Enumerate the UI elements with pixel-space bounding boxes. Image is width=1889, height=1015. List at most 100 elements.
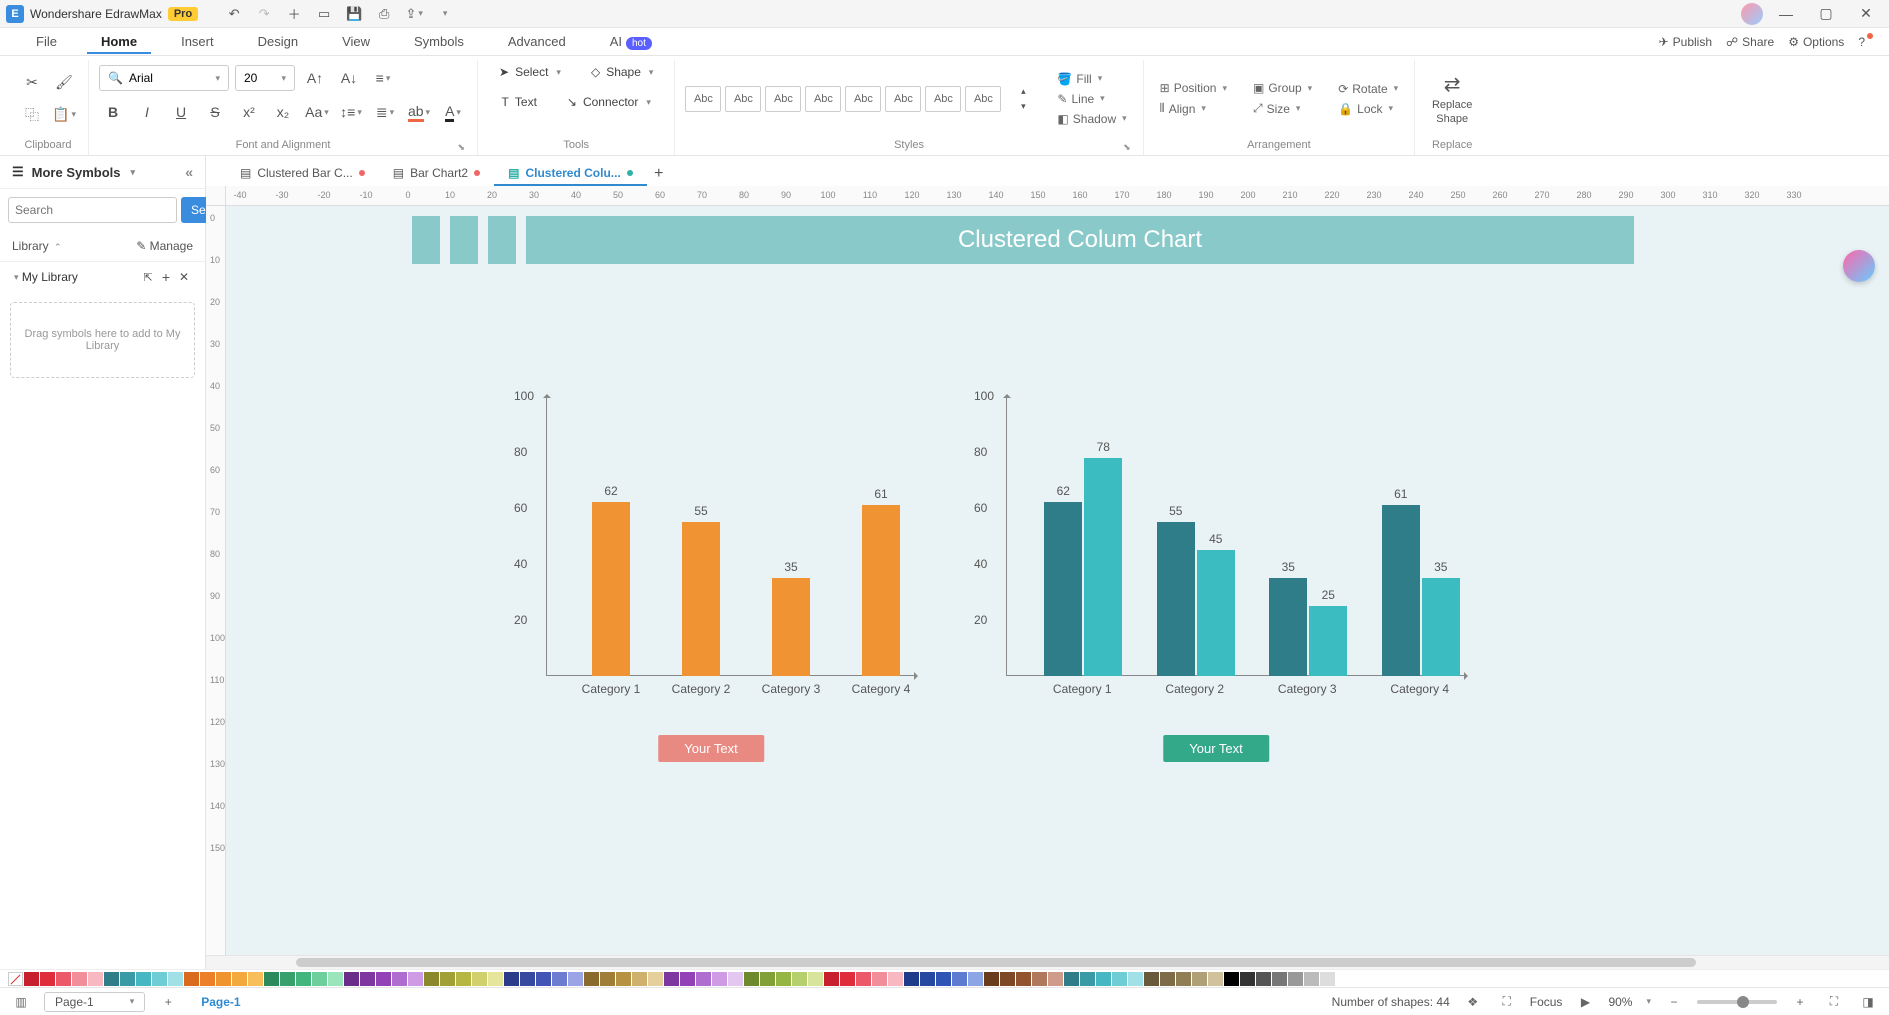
active-page-tab[interactable]: Page-1 bbox=[191, 993, 250, 1011]
options-button[interactable]: ⚙Options bbox=[1788, 35, 1844, 49]
sidebar-title[interactable]: More Symbols bbox=[32, 165, 121, 180]
color-swatch[interactable] bbox=[1160, 972, 1175, 986]
color-swatch[interactable] bbox=[104, 972, 119, 986]
color-swatch[interactable] bbox=[696, 972, 711, 986]
library-link[interactable]: Library ⌃ bbox=[12, 239, 62, 253]
case-button[interactable]: Aa▾ bbox=[303, 98, 331, 126]
legend-button[interactable]: Your Text bbox=[658, 735, 764, 762]
launcher-icon[interactable]: ⬊ bbox=[457, 142, 465, 153]
color-swatch[interactable] bbox=[440, 972, 455, 986]
color-swatch[interactable] bbox=[152, 972, 167, 986]
copy-button[interactable]: ⿻ bbox=[18, 101, 46, 129]
avatar-icon[interactable] bbox=[1741, 3, 1763, 25]
collapse-sidebar-button[interactable]: « bbox=[185, 164, 193, 180]
font-family-select[interactable]: 🔍Arial▾ bbox=[99, 65, 229, 91]
color-swatch[interactable] bbox=[40, 972, 55, 986]
color-swatch[interactable] bbox=[1080, 972, 1095, 986]
ai-floating-button[interactable] bbox=[1843, 250, 1875, 282]
size-dropdown[interactable]: ⤢Size▾ bbox=[1247, 99, 1318, 118]
align-button[interactable]: ≡▾ bbox=[369, 64, 397, 92]
zoom-slider[interactable] bbox=[1697, 1000, 1777, 1004]
cut-button[interactable]: ✂ bbox=[18, 69, 46, 97]
color-swatch[interactable] bbox=[1240, 972, 1255, 986]
color-swatch[interactable] bbox=[408, 972, 423, 986]
menu-insert[interactable]: Insert bbox=[159, 30, 236, 53]
select-tool[interactable]: ➤Select▾ bbox=[488, 60, 572, 84]
save-button[interactable]: 💾 bbox=[342, 2, 366, 26]
highlight-button[interactable]: ab▾ bbox=[405, 98, 433, 126]
format-painter-button[interactable]: 🖌 bbox=[50, 69, 78, 97]
color-swatch[interactable] bbox=[616, 972, 631, 986]
color-swatch[interactable] bbox=[536, 972, 551, 986]
undo-button[interactable]: ↶ bbox=[222, 2, 246, 26]
color-swatch[interactable] bbox=[488, 972, 503, 986]
paste-button[interactable]: 📋▾ bbox=[50, 101, 78, 129]
publish-button[interactable]: ✈Publish bbox=[1659, 35, 1712, 49]
minimize-button[interactable]: — bbox=[1769, 1, 1803, 27]
color-swatch[interactable] bbox=[344, 972, 359, 986]
superscript-button[interactable]: x² bbox=[235, 98, 263, 126]
color-swatch[interactable] bbox=[1208, 972, 1223, 986]
style-thumb[interactable]: Abc bbox=[965, 86, 1001, 112]
color-swatch[interactable] bbox=[600, 972, 615, 986]
color-swatch[interactable] bbox=[168, 972, 183, 986]
color-swatch[interactable] bbox=[984, 972, 999, 986]
bar[interactable]: 55 bbox=[682, 522, 720, 676]
color-swatch[interactable] bbox=[232, 972, 247, 986]
color-swatch[interactable] bbox=[456, 972, 471, 986]
close-lib-button[interactable]: ✕ bbox=[175, 268, 193, 286]
menu-home[interactable]: Home bbox=[79, 30, 159, 53]
color-swatch[interactable] bbox=[1032, 972, 1047, 986]
style-thumb[interactable]: Abc bbox=[685, 86, 721, 112]
style-thumb[interactable]: Abc bbox=[805, 86, 841, 112]
lock-dropdown[interactable]: 🔒Lock▾ bbox=[1332, 100, 1404, 118]
bar[interactable]: 61 bbox=[1382, 505, 1420, 676]
color-swatch[interactable] bbox=[568, 972, 583, 986]
color-swatch[interactable] bbox=[584, 972, 599, 986]
font-size-select[interactable]: 20▾ bbox=[235, 65, 295, 91]
presentation-button[interactable]: ▶ bbox=[1574, 991, 1596, 1013]
color-swatch[interactable] bbox=[1016, 972, 1031, 986]
search-input[interactable] bbox=[8, 197, 177, 223]
doc-tab[interactable]: ▤Clustered Bar C... bbox=[226, 162, 379, 186]
style-thumb[interactable]: Abc bbox=[845, 86, 881, 112]
chart-left[interactable]: 2040608010062Category 155Category 235Cat… bbox=[506, 396, 916, 716]
bar[interactable]: 35 bbox=[772, 578, 810, 676]
add-page-button[interactable]: + bbox=[157, 991, 179, 1013]
focus-label[interactable]: Focus bbox=[1530, 995, 1563, 1009]
no-fill-swatch[interactable] bbox=[8, 972, 23, 986]
chart-right[interactable]: 204060801006278Category 15545Category 23… bbox=[966, 396, 1466, 716]
text-tool[interactable]: TText bbox=[491, 90, 548, 114]
color-swatch[interactable] bbox=[824, 972, 839, 986]
color-swatch[interactable] bbox=[120, 972, 135, 986]
color-swatch[interactable] bbox=[296, 972, 311, 986]
line-spacing-button[interactable]: ↕≡▾ bbox=[337, 98, 365, 126]
color-swatch[interactable] bbox=[136, 972, 151, 986]
color-swatch[interactable] bbox=[1192, 972, 1207, 986]
color-swatch[interactable] bbox=[664, 972, 679, 986]
horizontal-ruler[interactable]: -40-30-20-100102030405060708090100110120… bbox=[226, 186, 1889, 206]
color-swatch[interactable] bbox=[968, 972, 983, 986]
doc-tab[interactable]: ▤Clustered Colu... bbox=[494, 162, 647, 186]
shadow-dropdown[interactable]: ◧Shadow▾ bbox=[1051, 110, 1132, 128]
color-swatch[interactable] bbox=[744, 972, 759, 986]
color-swatch[interactable] bbox=[1096, 972, 1111, 986]
line-dropdown[interactable]: ✎Line▾ bbox=[1051, 90, 1132, 108]
color-swatch[interactable] bbox=[392, 972, 407, 986]
bar[interactable]: 45 bbox=[1197, 550, 1235, 676]
color-swatch[interactable] bbox=[312, 972, 327, 986]
color-swatch[interactable] bbox=[936, 972, 951, 986]
bar[interactable]: 61 bbox=[862, 505, 900, 676]
menu-advanced[interactable]: Advanced bbox=[486, 30, 588, 53]
color-swatch[interactable] bbox=[1112, 972, 1127, 986]
color-swatch[interactable] bbox=[72, 972, 87, 986]
color-swatch[interactable] bbox=[424, 972, 439, 986]
new-button[interactable]: ＋ bbox=[282, 2, 306, 26]
color-swatch[interactable] bbox=[24, 972, 39, 986]
zoom-in-button[interactable]: + bbox=[1789, 991, 1811, 1013]
color-swatch[interactable] bbox=[504, 972, 519, 986]
color-swatch[interactable] bbox=[1224, 972, 1239, 986]
menu-ai[interactable]: AIhot bbox=[588, 30, 674, 53]
color-swatch[interactable] bbox=[952, 972, 967, 986]
color-swatch[interactable] bbox=[1064, 972, 1079, 986]
